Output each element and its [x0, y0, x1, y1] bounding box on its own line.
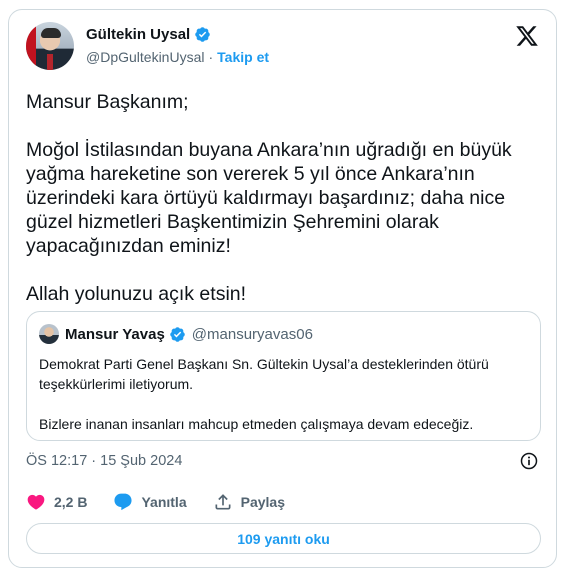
author-name-row: Gültekin Uysal — [86, 26, 211, 43]
author-avatar[interactable] — [26, 22, 74, 70]
follow-button[interactable]: Takip et — [217, 49, 269, 65]
heart-icon — [27, 494, 45, 510]
verified-badge-icon — [170, 326, 185, 342]
tweet-header: Gültekin Uysal @DpGultekinUysal · Takip … — [26, 22, 539, 74]
quoted-tweet[interactable]: Mansur Yavaş @mansuryavas06 Demokrat Par… — [26, 311, 541, 441]
like-button[interactable]: 2,2 B — [26, 492, 87, 512]
quoted-author-handle: @mansuryavas06 — [191, 325, 313, 343]
x-logo-icon[interactable] — [515, 24, 539, 48]
author-handle-row: @DpGultekinUysal · Takip et — [86, 49, 269, 65]
share-icon — [215, 494, 231, 510]
avatar-hair-detail — [41, 28, 61, 38]
separator-dot: · — [208, 49, 214, 65]
share-button[interactable]: Paylaş — [213, 492, 285, 512]
quoted-tweet-text: Demokrat Parti Genel Başkanı Sn. Gülteki… — [39, 356, 489, 432]
avatar-flag-detail — [26, 22, 36, 70]
quoted-tweet-header: Mansur Yavaş @mansuryavas06 — [39, 324, 313, 344]
reply-bubble-icon — [114, 493, 133, 511]
avatar-tie-detail — [47, 54, 53, 70]
read-replies-button[interactable]: 109 yanıtı oku — [26, 523, 541, 554]
tweet-actions: 2,2 B Yanıtla Paylaş — [26, 492, 311, 512]
info-icon[interactable] — [519, 451, 539, 471]
verified-badge-icon — [195, 27, 210, 42]
author-handle[interactable]: @DpGultekinUysal — [86, 49, 204, 65]
quoted-author-name: Mansur Yavaş — [65, 325, 165, 343]
tweet-text: Mansur Başkanım; Moğol İstilasından buya… — [26, 91, 512, 305]
reply-button[interactable]: Yanıtla — [113, 492, 187, 512]
author-name[interactable]: Gültekin Uysal — [86, 26, 190, 43]
tweet-card: Gültekin Uysal @DpGultekinUysal · Takip … — [8, 9, 557, 568]
reply-label: Yanıtla — [141, 494, 187, 510]
quoted-author-avatar — [39, 324, 59, 344]
like-count: 2,2 B — [54, 494, 88, 510]
share-label: Paylaş — [240, 494, 285, 510]
tweet-timestamp[interactable]: ÖS 12:17 · 15 Şub 2024 — [26, 453, 182, 469]
